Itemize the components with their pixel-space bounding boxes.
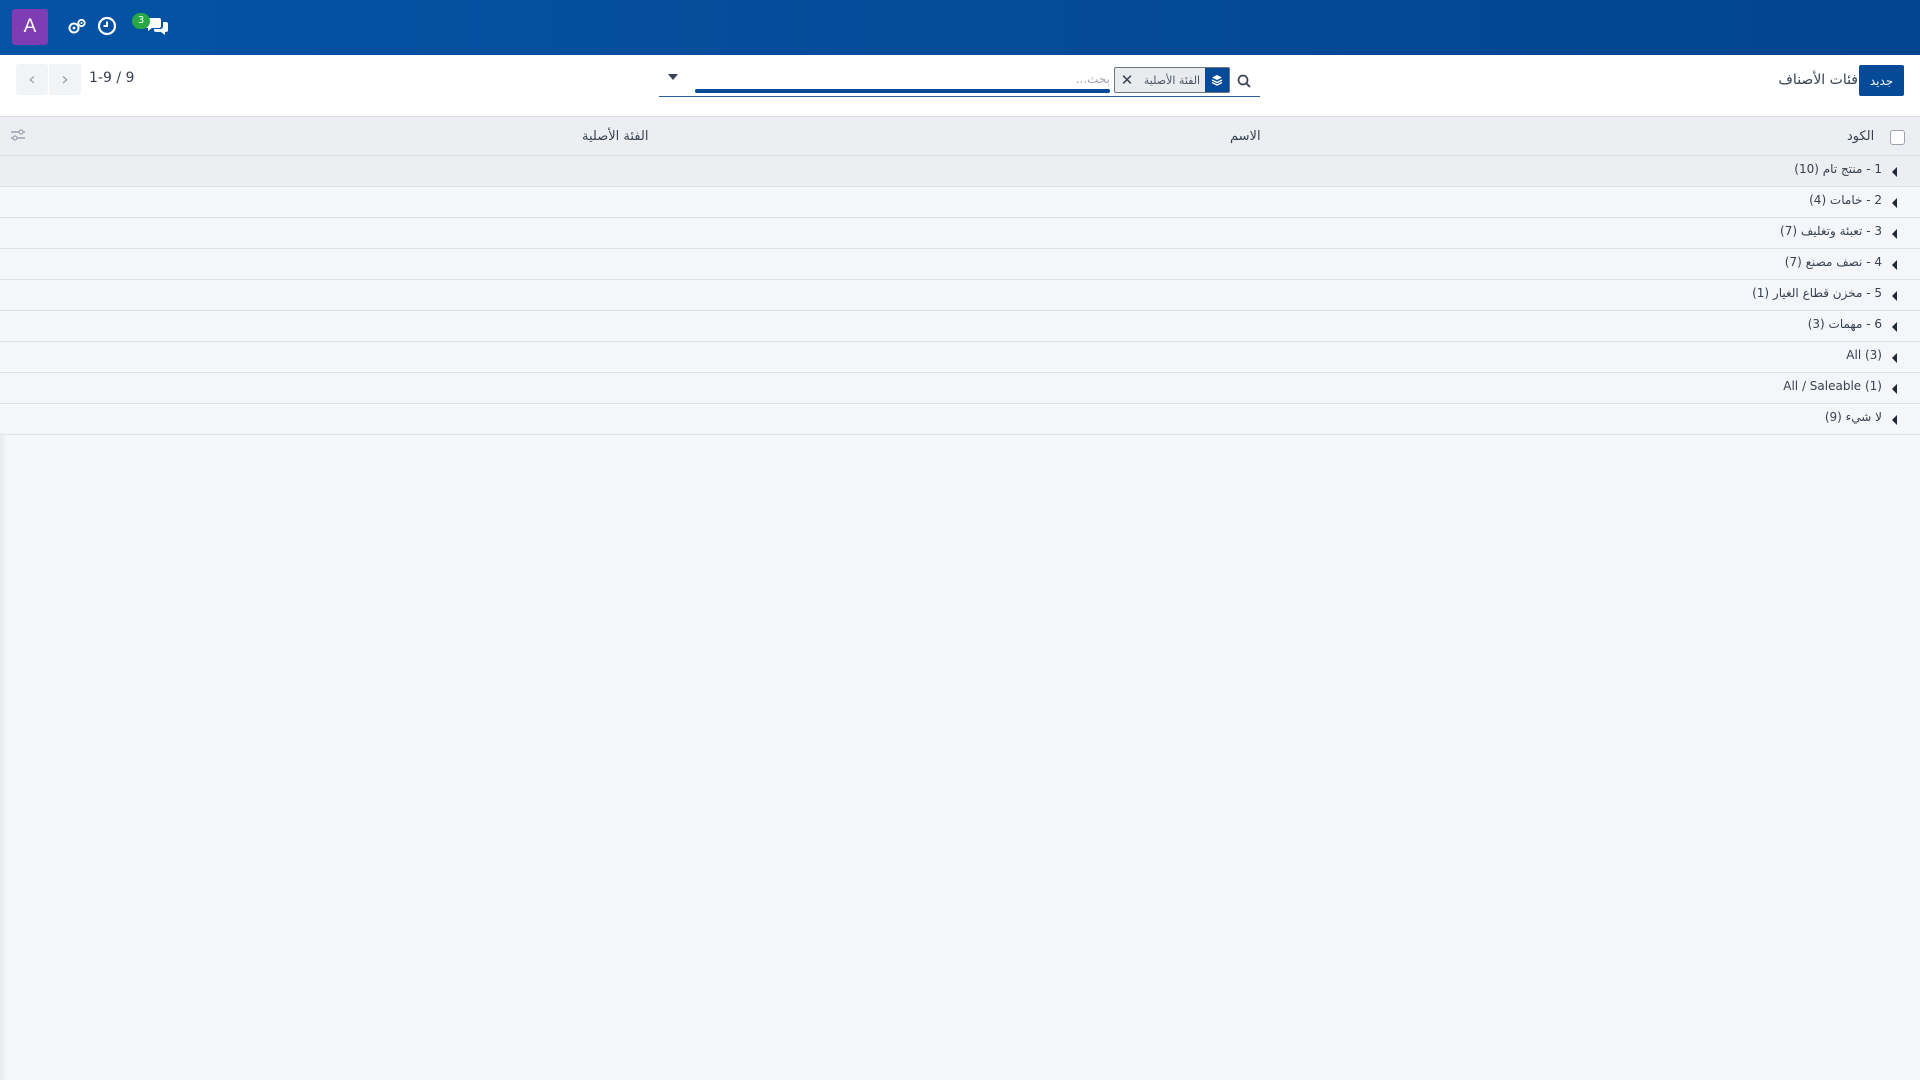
pager-value[interactable]: 1-9 / 9 — [89, 70, 134, 86]
column-header-name[interactable]: الاسم — [1230, 129, 1261, 144]
caret-left-icon — [1892, 260, 1897, 270]
group-label: 4 - نصف مصنع (7) — [1784, 255, 1882, 269]
search-button[interactable] — [1233, 70, 1255, 92]
caret-left-icon — [1892, 291, 1897, 301]
group-label: 2 - خامات (4) — [1809, 193, 1882, 207]
new-button[interactable]: جديد — [1859, 65, 1904, 96]
column-settings-icon[interactable] — [10, 128, 26, 142]
caret-left-icon — [1892, 322, 1897, 332]
group-label: All / Saleable (1) — [1783, 379, 1882, 393]
group-row[interactable]: 6 - مهمات (3) — [0, 311, 1920, 342]
caret-left-icon — [1892, 229, 1897, 239]
group-row[interactable]: All / Saleable (1) — [0, 373, 1920, 404]
group-row[interactable]: All (3) — [0, 342, 1920, 373]
group-row[interactable]: 5 - مخزن قطاع الغيار (1) — [0, 280, 1920, 311]
caret-left-icon — [1892, 415, 1897, 425]
group-label: 3 - تعبئة وتغليف (7) — [1780, 224, 1882, 238]
facet-value: الفئة الأصلية — [1143, 73, 1201, 87]
group-label: 1 - منتج تام (10) — [1794, 162, 1882, 176]
user-avatar[interactable]: A — [12, 9, 48, 45]
chat-badge: 3 — [132, 13, 150, 29]
group-row[interactable]: 1 - منتج تام (10) — [0, 156, 1920, 187]
top-navbar: A 3 — [0, 0, 1920, 55]
group-row[interactable]: لا شيء (9) — [0, 404, 1920, 435]
pager-previous-button[interactable]: ‹ — [16, 64, 48, 95]
control-panel: ‹ › 1-9 / 9 ✕ الفئة الأصلية فئات الأصناف… — [0, 55, 1920, 117]
group-label: All (3) — [1846, 348, 1882, 362]
list-header: الفئة الأصلية الاسم الكود — [0, 117, 1920, 156]
column-header-code[interactable]: الكود — [1847, 129, 1874, 144]
search-icon — [1237, 74, 1251, 88]
search-input[interactable] — [695, 69, 1110, 89]
group-row[interactable]: 2 - خامات (4) — [0, 187, 1920, 218]
activity-gears-icon[interactable] — [66, 15, 88, 37]
group-list: 1 - منتج تام (10) 2 - خامات (4) 3 - تعبئة … — [0, 156, 1920, 435]
close-icon[interactable]: ✕ — [1115, 68, 1139, 92]
caret-left-icon — [1892, 353, 1897, 363]
chevron-right-icon: › — [61, 69, 69, 90]
column-header-parent[interactable]: الفئة الأصلية — [582, 129, 648, 144]
search-facet: ✕ الفئة الأصلية — [1114, 67, 1230, 93]
group-label: لا شيء (9) — [1824, 410, 1882, 424]
pager-next-button[interactable]: › — [49, 64, 81, 95]
breadcrumb: فئات الأصناف — [1778, 72, 1858, 88]
layers-icon — [1205, 68, 1229, 92]
caret-left-icon — [1892, 167, 1897, 177]
left-shadow — [0, 433, 6, 1080]
clock-icon[interactable] — [96, 15, 118, 37]
search-input-focus-line — [695, 89, 1110, 93]
caret-left-icon — [1892, 384, 1897, 394]
select-all-checkbox[interactable] — [1890, 130, 1905, 145]
caret-left-icon — [1892, 198, 1897, 208]
chevron-left-icon: ‹ — [28, 69, 36, 90]
group-label: 5 - مخزن قطاع الغيار (1) — [1752, 286, 1882, 300]
group-row[interactable]: 3 - تعبئة وتغليف (7) — [0, 218, 1920, 249]
search-options-toggle[interactable] — [663, 67, 683, 87]
group-row[interactable]: 4 - نصف مصنع (7) — [0, 249, 1920, 280]
caret-down-icon — [668, 74, 678, 80]
group-label: 6 - مهمات (3) — [1807, 317, 1882, 331]
